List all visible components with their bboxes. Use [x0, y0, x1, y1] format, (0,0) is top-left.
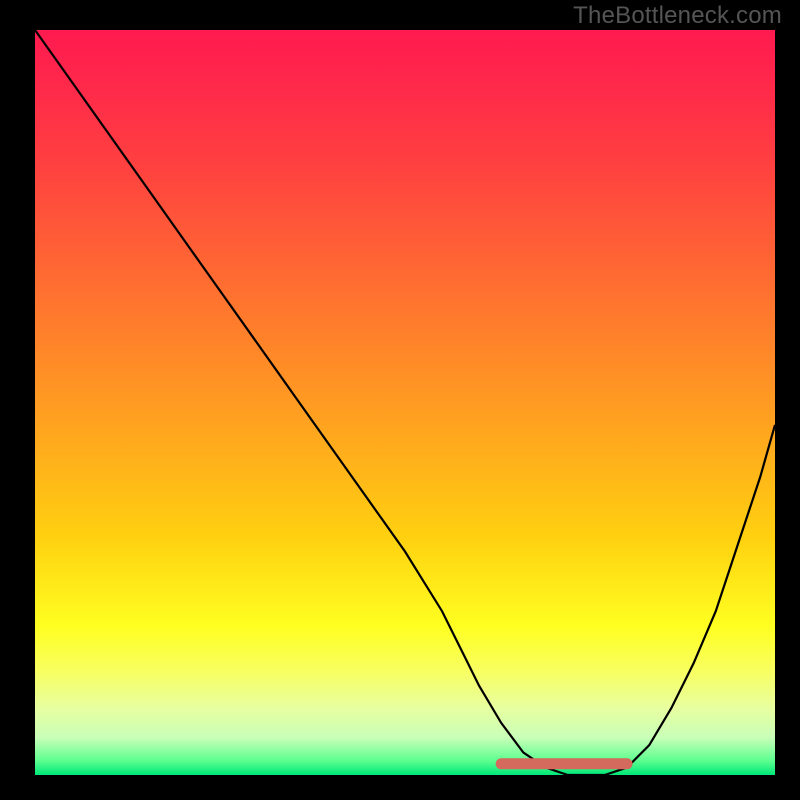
chart-plot-area — [35, 30, 775, 775]
bottleneck-curve — [35, 30, 775, 775]
chart-frame: TheBottleneck.com — [0, 0, 800, 800]
watermark-text: TheBottleneck.com — [573, 2, 782, 30]
chart-svg — [35, 30, 775, 775]
